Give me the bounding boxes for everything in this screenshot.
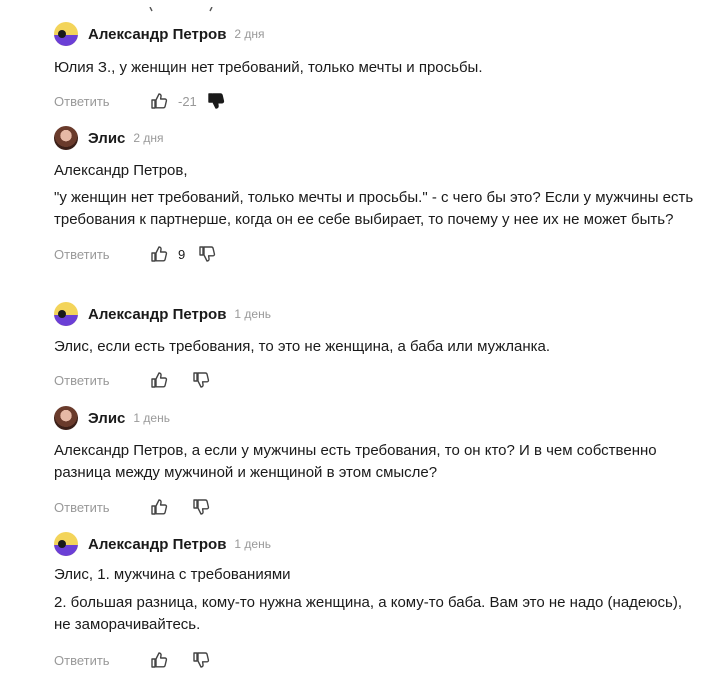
comment-date: 2 дня: [133, 131, 164, 145]
reply-button[interactable]: Ответить: [54, 247, 148, 262]
reply-button[interactable]: Ответить: [54, 653, 148, 668]
comment-text: Элис, 1. мужчина с требованиями 2. больш…: [54, 564, 694, 636]
reply-button[interactable]: Ответить: [54, 373, 148, 388]
author-name[interactable]: Элис: [88, 130, 125, 147]
comment-actions: Ответить: [54, 648, 694, 672]
avatar[interactable]: [54, 22, 78, 46]
comment-actions: Ответить: [54, 495, 694, 519]
like-icon[interactable]: [148, 90, 170, 112]
dislike-icon[interactable]: [205, 90, 227, 112]
comment-text: Элис, если есть требования, то это не же…: [54, 336, 694, 358]
comment: Александр Петров 1 день Элис, если есть …: [54, 301, 694, 392]
comment-header: Александр Петров 1 день: [54, 301, 694, 327]
like-icon[interactable]: [148, 243, 170, 265]
comment-paragraph: Элис, 1. мужчина с требованиями: [54, 566, 291, 583]
dislike-icon[interactable]: [196, 243, 218, 265]
vote-score: -21: [178, 93, 197, 109]
like-icon[interactable]: [148, 649, 170, 671]
author-name[interactable]: Александр Петров: [88, 306, 226, 323]
avatar[interactable]: [54, 126, 78, 150]
comment-actions: Ответить: [54, 368, 694, 392]
comment-text: Александр Петров, "у женщин нет требован…: [54, 160, 694, 231]
reply-button[interactable]: Ответить: [54, 500, 148, 515]
comment-date: 1 день: [234, 537, 271, 551]
dislike-icon[interactable]: [190, 369, 212, 391]
comment-date: 1 день: [234, 307, 271, 321]
dislike-icon[interactable]: [190, 649, 212, 671]
avatar[interactable]: [54, 532, 78, 556]
comment: Александр Петров 1 день Элис, 1. мужчина…: [54, 531, 694, 672]
author-name[interactable]: Александр Петров: [88, 26, 226, 43]
comment-actions: Ответить 9: [54, 242, 694, 266]
avatar[interactable]: [54, 406, 78, 430]
comment-paragraph: Александр Петров, а если у мужчины есть …: [54, 442, 657, 481]
comment-paragraph: "у женщин нет требований, только мечты и…: [54, 189, 694, 228]
comment-text: Юлия З., у женщин нет требований, только…: [54, 57, 694, 79]
comment-actions: Ответить -21: [54, 89, 694, 113]
comment-header: Элис 1 день: [54, 405, 694, 431]
comment: Элис 1 день Александр Петров, а если у м…: [54, 405, 694, 519]
comment-text: Александр Петров, а если у мужчины есть …: [54, 440, 694, 484]
comment-header: Александр Петров 1 день: [54, 531, 694, 557]
vote-score: 9: [178, 246, 186, 262]
author-name[interactable]: Элис: [88, 410, 125, 427]
comment-date: 1 день: [133, 411, 170, 425]
like-icon[interactable]: [148, 496, 170, 518]
avatar[interactable]: [54, 302, 78, 326]
comment-paragraph: 2. большая разница, кому-то нужна женщин…: [54, 594, 682, 633]
comment: Александр Петров 2 дня Юлия З., у женщин…: [54, 21, 694, 113]
comment: Элис 2 дня Александр Петров, "у женщин н…: [54, 125, 694, 266]
comment-paragraph: Александр Петров,: [54, 162, 188, 179]
previous-comment-fragment: [0, 0, 716, 12]
comment-paragraph: Элис, если есть требования, то это не же…: [54, 338, 551, 355]
like-icon[interactable]: [148, 369, 170, 391]
dislike-icon[interactable]: [190, 496, 212, 518]
reply-button[interactable]: Ответить: [54, 94, 148, 109]
comment-paragraph: Юлия З., у женщин нет требований, только…: [54, 59, 483, 76]
comment-header: Элис 2 дня: [54, 125, 694, 151]
author-name[interactable]: Александр Петров: [88, 536, 226, 553]
comment-date: 2 дня: [234, 27, 265, 41]
comment-header: Александр Петров 2 дня: [54, 21, 694, 47]
